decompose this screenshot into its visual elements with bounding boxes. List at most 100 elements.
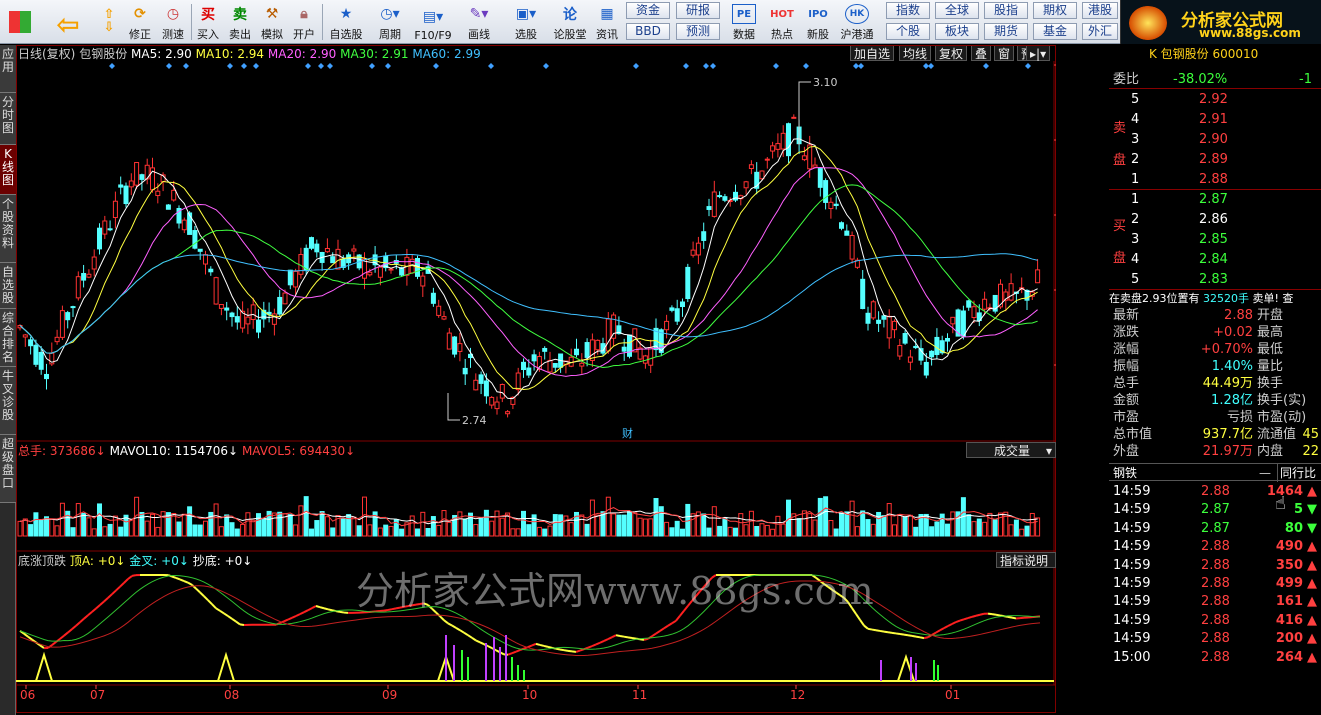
candle-body bbox=[420, 275, 426, 287]
month-label: 01 bbox=[945, 688, 960, 702]
tick-row: 14:59 2.87 80 ▼ bbox=[1109, 520, 1321, 538]
stat-right-label: 换手 bbox=[1257, 376, 1284, 391]
buy-button[interactable]: 买买入 bbox=[193, 2, 223, 42]
quick-fund[interactable]: 基金 bbox=[1033, 23, 1077, 40]
nav-profile[interactable]: 个股资料 bbox=[0, 195, 16, 263]
period-button[interactable]: ◷▾ 周期 bbox=[372, 2, 408, 42]
quick-index[interactable]: 指数 bbox=[886, 2, 930, 19]
hot-button[interactable]: HOT 热点 bbox=[766, 2, 798, 42]
volume-selector[interactable]: 成交量 ▾ bbox=[966, 442, 1056, 458]
back-button[interactable]: ⇦ bbox=[52, 2, 84, 42]
hk-connect-label: 沪港通 bbox=[840, 28, 874, 41]
up-down-button[interactable]: ⇧ ⇩ bbox=[96, 2, 122, 42]
tick-time: 15:00 bbox=[1113, 649, 1151, 665]
volume-bar bbox=[245, 512, 251, 537]
simulate-button[interactable]: ⚒ 模拟 bbox=[257, 2, 287, 42]
tick-volume: 161 bbox=[1275, 594, 1303, 610]
quick-sector[interactable]: 板块 bbox=[935, 23, 979, 40]
weibi-row: 委比 -38.02% -1 bbox=[1109, 71, 1321, 89]
volume-bar bbox=[192, 524, 198, 537]
nav-apps[interactable]: 应用 bbox=[0, 45, 16, 93]
quick-futures[interactable]: 期货 bbox=[984, 23, 1028, 40]
watermark: 分析家公式网www.88gs.com bbox=[356, 569, 874, 613]
ind-main-line bbox=[871, 628, 877, 632]
candle-body bbox=[680, 301, 685, 308]
ind-main-line bbox=[859, 619, 865, 627]
candle-body bbox=[929, 350, 935, 358]
candle-body bbox=[966, 300, 972, 308]
candle-body bbox=[494, 401, 500, 410]
ind-main-line bbox=[511, 650, 517, 655]
bid-level-num: 2 bbox=[1131, 212, 1140, 227]
quick-global[interactable]: 全球 bbox=[935, 2, 979, 19]
volume-bar bbox=[324, 516, 330, 537]
nav-ranking[interactable]: 综合排名 bbox=[0, 309, 16, 367]
ind-main-line bbox=[71, 624, 77, 630]
ind-main-line bbox=[935, 629, 941, 634]
open-account-button[interactable]: 🔒︎ 开户 bbox=[289, 2, 319, 42]
fix-button[interactable]: ⟳ 修正 bbox=[124, 2, 156, 42]
menu-grid-button[interactable] bbox=[4, 2, 36, 42]
quick-hk[interactable]: 港股 bbox=[1082, 2, 1118, 19]
candle-body bbox=[282, 292, 288, 305]
quote-panel: K 包钢股份 600010 委比 -38.02% -1 5 2.92 4 2.91 3 2… bbox=[1109, 45, 1321, 715]
candle-body bbox=[192, 230, 198, 249]
indicator-help-button[interactable]: 指标说明 bbox=[996, 552, 1056, 568]
tick-time: 14:59 bbox=[1113, 594, 1151, 610]
peer-compare-button[interactable]: 同行比 bbox=[1277, 464, 1316, 482]
quick-forex[interactable]: 外汇 bbox=[1082, 23, 1118, 40]
volume-bar bbox=[536, 526, 542, 537]
collapse-icon[interactable]: — bbox=[1259, 464, 1271, 482]
volume-bar bbox=[187, 506, 193, 537]
quick-stock-index[interactable]: 股指 bbox=[984, 2, 1028, 19]
candle-body bbox=[123, 185, 129, 205]
ind-main-line bbox=[475, 639, 481, 644]
kline-chart-area[interactable]: 日线(复权) 包钢股份 MA5: 2.90 MA10: 2.94 MA20: 2… bbox=[16, 45, 1056, 713]
ind-main-line bbox=[651, 632, 657, 638]
news-button[interactable]: ▦ 资讯 bbox=[592, 2, 622, 42]
forum-button[interactable]: 论论股堂 bbox=[550, 2, 590, 42]
ipo-button[interactable]: IPO 新股 bbox=[802, 2, 834, 42]
quick-forecast[interactable]: 预测 bbox=[676, 23, 720, 40]
volume-bar bbox=[97, 503, 102, 537]
data-button[interactable]: PE 数据 bbox=[728, 2, 760, 42]
volume-bar bbox=[261, 517, 267, 537]
quick-bbd[interactable]: BBD bbox=[626, 23, 670, 40]
volume-bar bbox=[181, 513, 187, 537]
quick-single[interactable]: 个股 bbox=[886, 23, 930, 40]
sell-button[interactable]: 卖卖出 bbox=[225, 2, 255, 42]
nav-super-panel[interactable]: 超级盘口 bbox=[0, 435, 16, 503]
draw-line-button[interactable]: ✎▾ 画线 bbox=[462, 2, 496, 42]
nav-timeshare[interactable]: 分时图 bbox=[0, 93, 16, 145]
ind-main-line bbox=[211, 603, 217, 610]
watchlist-button[interactable]: ★ 自选股 bbox=[326, 2, 366, 42]
mavol5-label: MAVOL5: 694430↓ bbox=[241, 444, 356, 458]
volume-bar bbox=[314, 520, 320, 537]
nav-kline[interactable]: K线图 bbox=[0, 145, 16, 195]
ind-main-line bbox=[311, 605, 317, 610]
candle-body bbox=[627, 334, 632, 357]
ind-main-line bbox=[639, 638, 645, 641]
hk-connect-button[interactable]: HK 沪港通 bbox=[836, 2, 878, 42]
stock-screen-button[interactable]: ▣▾ 选股 bbox=[508, 2, 544, 42]
quick-capital[interactable]: 资金 bbox=[626, 2, 670, 19]
volume-bar bbox=[171, 513, 177, 537]
tick-price: 2.88 bbox=[1201, 612, 1230, 628]
volume-bar bbox=[319, 511, 325, 537]
volume-bar bbox=[229, 522, 235, 537]
volume-bar bbox=[160, 511, 166, 537]
ind-main-line bbox=[471, 636, 477, 642]
stat-right-label: 最低 bbox=[1257, 342, 1284, 357]
quick-options[interactable]: 期权 bbox=[1033, 2, 1077, 19]
volume-bar bbox=[870, 523, 876, 537]
tick-row: 14:59 2.88 350 ▲ bbox=[1109, 557, 1321, 575]
f10-button[interactable]: ▤▾ F10/F9 bbox=[412, 2, 454, 42]
signal-diamond bbox=[928, 63, 934, 69]
alert-tail[interactable]: 卖单! 查 bbox=[1253, 292, 1294, 305]
nav-diagnosis[interactable]: 牛叉诊股 bbox=[0, 367, 16, 435]
ind-main-line bbox=[451, 624, 457, 629]
quick-research[interactable]: 研报 bbox=[676, 2, 720, 19]
volume-bar bbox=[420, 511, 426, 537]
speed-button[interactable]: ◷ 测速 bbox=[157, 2, 189, 42]
nav-watchlist[interactable]: 自选股 bbox=[0, 263, 16, 309]
